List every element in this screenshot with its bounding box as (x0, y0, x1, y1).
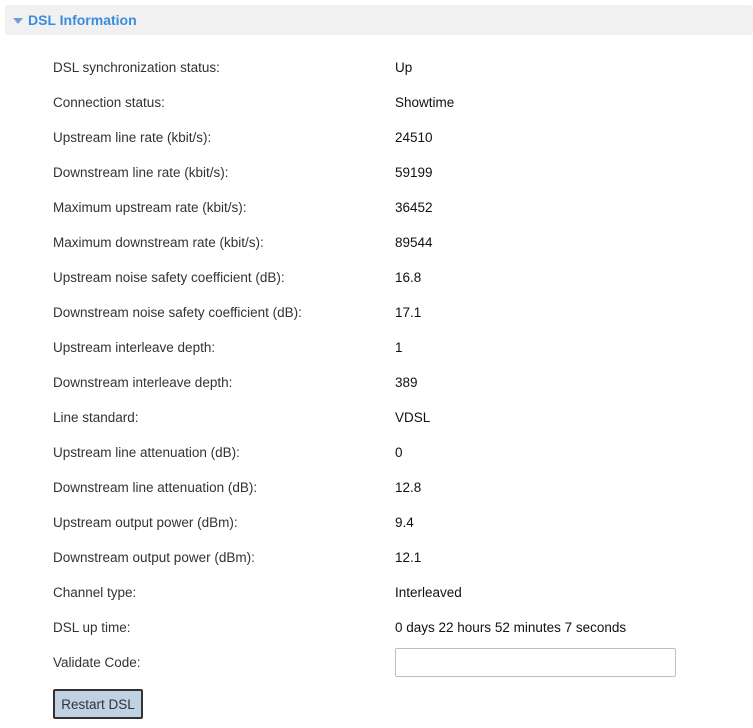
info-label: DSL synchronization status: (53, 60, 220, 75)
info-label: Downstream noise safety coefficient (dB)… (53, 305, 302, 320)
validate-code-row: Validate Code: (0, 646, 753, 681)
dsl-information-header[interactable]: DSL Information (5, 5, 753, 35)
info-value: Interleaved (395, 585, 462, 600)
info-label: Downstream interleave depth: (53, 375, 233, 390)
info-value: VDSL (395, 410, 431, 425)
info-value: 12.8 (395, 480, 422, 495)
info-row-upstream-interleave-depth: Upstream interleave depth: 1 (0, 331, 753, 366)
info-value: Up (395, 60, 413, 75)
info-value: 36452 (395, 200, 433, 215)
info-label: Downstream output power (dBm): (53, 550, 255, 565)
info-row-max-downstream-rate: Maximum downstream rate (kbit/s): 89544 (0, 226, 753, 261)
info-row-dsl-up-time: DSL up time: 0 days 22 hours 52 minutes … (0, 611, 753, 646)
info-value: 17.1 (395, 305, 422, 320)
info-label: DSL up time: (53, 620, 131, 635)
info-value: 16.8 (395, 270, 422, 285)
info-row-line-standard: Line standard: VDSL (0, 401, 753, 436)
info-value: 59199 (395, 165, 433, 180)
info-label: Line standard: (53, 410, 139, 425)
info-row-connection-status: Connection status: Showtime (0, 86, 753, 121)
dsl-info-table: DSL synchronization status: Up Connectio… (0, 51, 753, 681)
info-row-max-upstream-rate: Maximum upstream rate (kbit/s): 36452 (0, 191, 753, 226)
info-label: Upstream interleave depth: (53, 340, 216, 355)
info-value: 0 days 22 hours 52 minutes 7 seconds (395, 620, 627, 635)
info-value: 9.4 (395, 515, 414, 530)
info-value: 389 (395, 375, 418, 390)
info-value: 12.1 (395, 550, 422, 565)
info-label: Downstream line rate (kbit/s): (53, 165, 229, 180)
info-label: Upstream line rate (kbit/s): (53, 130, 212, 145)
info-row-upstream-noise-margin: Upstream noise safety coefficient (dB): … (0, 261, 753, 296)
triangle-down-icon (13, 18, 23, 24)
validate-code-input[interactable] (395, 648, 676, 677)
info-row-upstream-attenuation: Upstream line attenuation (dB): 0 (0, 436, 753, 471)
info-label: Maximum upstream rate (kbit/s): (53, 200, 247, 215)
info-value: 89544 (395, 235, 433, 250)
info-label: Upstream noise safety coefficient (dB): (53, 270, 285, 285)
info-value: 1 (395, 340, 403, 355)
info-label: Connection status: (53, 95, 165, 110)
info-label: Downstream line attenuation (dB): (53, 480, 258, 495)
info-row-downstream-output-power: Downstream output power (dBm): 12.1 (0, 541, 753, 576)
info-value: 0 (395, 445, 403, 460)
info-row-upstream-line-rate: Upstream line rate (kbit/s): 24510 (0, 121, 753, 156)
info-row-downstream-interleave-depth: Downstream interleave depth: 389 (0, 366, 753, 401)
info-row-upstream-output-power: Upstream output power (dBm): 9.4 (0, 506, 753, 541)
info-label: Channel type: (53, 585, 137, 600)
info-label: Upstream output power (dBm): (53, 515, 238, 530)
info-row-sync-status: DSL synchronization status: Up (0, 51, 753, 86)
info-value: 24510 (395, 130, 433, 145)
info-row-channel-type: Channel type: Interleaved (0, 576, 753, 611)
restart-dsl-button[interactable]: Restart DSL (53, 689, 143, 719)
info-row-downstream-line-rate: Downstream line rate (kbit/s): 59199 (0, 156, 753, 191)
info-value: Showtime (395, 95, 455, 110)
info-label: Upstream line attenuation (dB): (53, 445, 240, 460)
validate-code-label: Validate Code: (53, 655, 141, 670)
info-row-downstream-noise-margin: Downstream noise safety coefficient (dB)… (0, 296, 753, 331)
info-label: Maximum downstream rate (kbit/s): (53, 235, 264, 250)
section-title: DSL Information (28, 12, 137, 28)
info-row-downstream-attenuation: Downstream line attenuation (dB): 12.8 (0, 471, 753, 506)
